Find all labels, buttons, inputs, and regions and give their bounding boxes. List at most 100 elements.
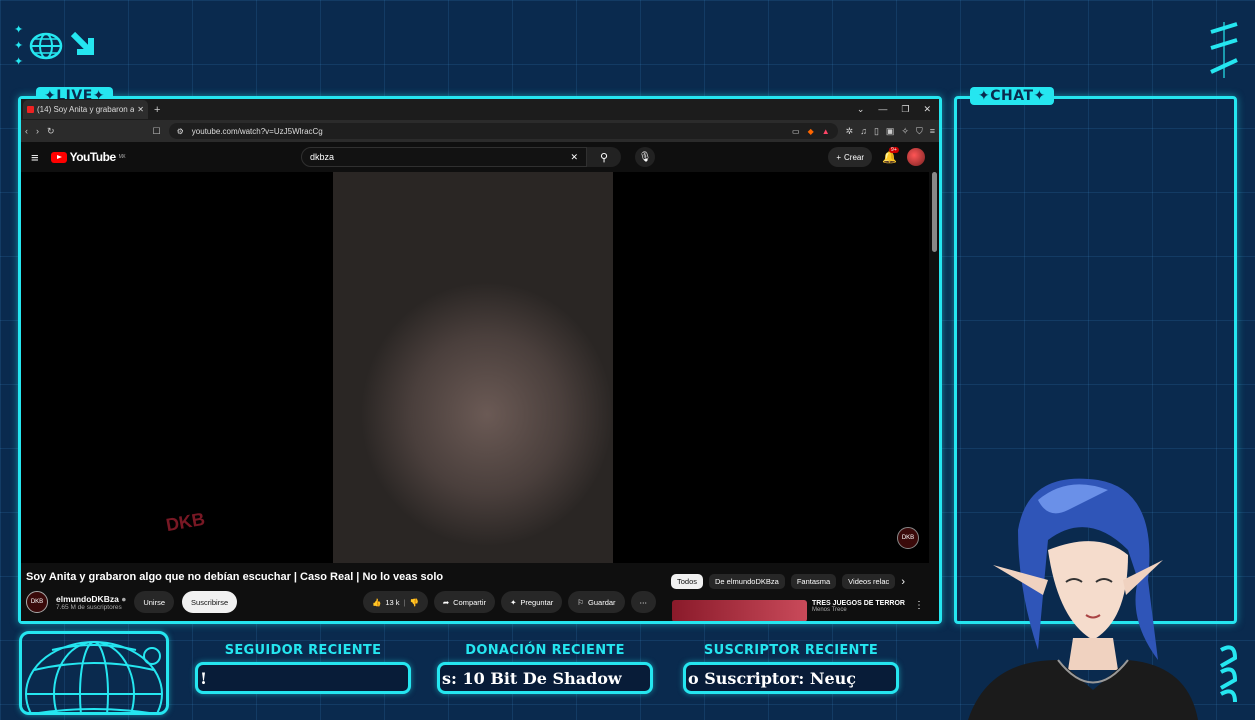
rewards-icon[interactable]: ▲ xyxy=(822,127,830,136)
related-chips: Todos De elmundoDKBza Fantasma Videos re… xyxy=(671,574,905,589)
branding-watermark[interactable]: DKB xyxy=(897,527,919,549)
notification-badge: 9+ xyxy=(889,147,899,153)
address-bar[interactable]: ⚙ youtube.com/watch?v=UzJ5WlracCg ▭ ◆ ▲ xyxy=(168,123,838,139)
share-label: Compartir xyxy=(453,597,487,607)
search-bar: dkbza ✕ ⚲ xyxy=(301,147,621,167)
like-button[interactable]: 👍 13 k | 👎 xyxy=(363,591,428,613)
verified-icon: ● xyxy=(121,593,127,604)
create-button[interactable]: + Crear xyxy=(828,147,873,167)
sparkle-icon: ✦ xyxy=(510,597,517,607)
extensions-icon[interactable]: ✲ xyxy=(846,126,854,137)
url-text: youtube.com/watch?v=UzJ5WlracCg xyxy=(191,126,323,136)
header-actions: + Crear 🔔 9+ xyxy=(828,147,925,167)
widget-box-follower: ! xyxy=(195,662,411,694)
youtube-favicon-icon xyxy=(27,106,34,113)
share-icon: ➦ xyxy=(442,597,450,607)
video-player[interactable]: DKB DKB xyxy=(21,172,929,563)
recommended-thumbnail[interactable] xyxy=(672,600,807,621)
mic-icon: 🎙 xyxy=(638,151,652,163)
clear-search-icon[interactable]: ✕ xyxy=(570,152,578,163)
notifications-button[interactable]: 🔔 9+ xyxy=(882,147,899,164)
search-button[interactable]: ⚲ xyxy=(587,147,621,167)
save-label: Guardar xyxy=(588,597,616,607)
menu-icon[interactable]: ≡ xyxy=(930,126,935,137)
voice-search-button[interactable]: 🎙 xyxy=(635,147,655,167)
minimize-icon[interactable]: — xyxy=(878,104,887,115)
channel-name[interactable]: elmundoDKBza xyxy=(56,594,119,604)
youtube-logo[interactable]: YouTube MX xyxy=(50,150,126,164)
tab-search-icon[interactable]: ⌄ xyxy=(857,104,865,115)
chip-all[interactable]: Todos xyxy=(671,574,704,589)
search-input[interactable]: dkbza ✕ xyxy=(301,147,587,167)
recommended-title: TRES JUEGOS DE TERROR xyxy=(812,600,905,607)
forward-icon[interactable]: › xyxy=(36,126,39,136)
video-frame xyxy=(333,172,613,563)
browser-tab[interactable]: (14) Soy Anita y grabaron algo ✕ xyxy=(23,100,148,119)
maximize-icon[interactable]: ❐ xyxy=(901,104,909,115)
hamburger-menu-icon[interactable]: ≡ xyxy=(31,150,39,165)
cast-icon[interactable]: ▭ xyxy=(792,127,800,136)
widget-value-subscriber: o Suscriptor: Neuç xyxy=(688,668,857,688)
new-tab-button[interactable]: + xyxy=(154,104,160,116)
vtuber-avatar xyxy=(968,478,1198,720)
widget-box-subscriber: o Suscriptor: Neuç xyxy=(683,662,899,694)
create-label: Crear xyxy=(844,152,865,162)
tab-bar: (14) Soy Anita y grabaron algo ✕ + ⌄ — ❐… xyxy=(21,99,939,120)
ask-label: Preguntar xyxy=(520,597,554,607)
overlay-logo: ✦ ✦ ✦ xyxy=(14,24,101,68)
arrow-down-right-icon xyxy=(71,31,95,55)
reload-icon[interactable]: ↻ xyxy=(47,126,55,137)
sidebar-icon[interactable]: ▯ xyxy=(874,126,879,137)
share-button[interactable]: ➦ Compartir xyxy=(433,591,496,613)
video-title: Soy Anita y grabaron algo que no debían … xyxy=(26,571,444,583)
recommended-channel: Menos Trece xyxy=(812,607,847,613)
join-button[interactable]: Unirse xyxy=(134,591,175,613)
toolbar: ‹ › ↻ ☐ ⚙ youtube.com/watch?v=UzJ5WlracC… xyxy=(21,120,939,142)
close-window-icon[interactable]: ✕ xyxy=(923,104,931,115)
channel-row: DKB elmundoDKBza ● 7.65 M de suscriptore… xyxy=(26,591,238,613)
youtube-page: ≡ YouTube MX dkbza ✕ ⚲ 🎙 + Crear 🔔 9+ DKB … xyxy=(21,142,939,621)
youtube-logo-text: YouTube xyxy=(69,150,117,164)
save-button[interactable]: ⚐ Guardar xyxy=(568,591,625,613)
search-icon: ⚲ xyxy=(599,151,609,164)
youtube-play-icon xyxy=(50,151,67,163)
chip-fantasma[interactable]: Fantasma xyxy=(790,574,837,589)
more-actions-button[interactable]: ⋯ xyxy=(630,591,657,613)
bookmark-save-icon: ⚐ xyxy=(577,597,585,607)
widget-value-donation: s: 10 Bit De Shadow xyxy=(442,668,622,688)
widget-box-donation: s: 10 Bit De Shadow xyxy=(437,662,653,694)
thumbs-down-icon[interactable]: 👎 xyxy=(409,598,418,607)
channel-avatar[interactable]: DKB xyxy=(26,591,48,613)
widget-value-follower: ! xyxy=(200,668,208,688)
thumbs-up-icon: 👍 xyxy=(372,597,382,607)
widget-label-follower: SEGUIDOR RECIENTE xyxy=(224,643,382,658)
recommended-video[interactable]: TRES JUEGOS DE TERROR Menos Trece ⋮ xyxy=(672,600,924,621)
wallet-icon[interactable]: ▣ xyxy=(886,126,895,137)
widget-label-subscriber: SUSCRIPTOR RECIENTE xyxy=(703,643,879,658)
chip-from-channel[interactable]: De elmundoDKBza xyxy=(709,574,785,589)
globe-icon xyxy=(29,32,63,60)
account-avatar[interactable] xyxy=(907,148,925,166)
subscribe-button[interactable]: Suscribirse xyxy=(182,591,238,613)
tab-title: (14) Soy Anita y grabaron algo xyxy=(37,105,135,114)
site-info-icon[interactable]: ⚙ xyxy=(177,127,184,136)
chip-related[interactable]: Videos relac xyxy=(842,574,896,589)
extensions: ✲ ♫ ▯ ▣ ✧ ⛉ ≡ xyxy=(846,126,935,137)
channel-watermark: DKB xyxy=(164,508,207,536)
back-icon[interactable]: ‹ xyxy=(25,126,28,136)
video-actions: 👍 13 k | 👎 ➦ Compartir ✦ Preguntar ⚐ Guardar ⋯ xyxy=(363,591,657,613)
region-code: MX xyxy=(118,154,126,160)
recommended-menu-icon[interactable]: ⋮ xyxy=(914,600,924,621)
scrollbar[interactable] xyxy=(932,172,937,252)
brave-shield-icon[interactable]: ◆ xyxy=(808,127,814,136)
bookmark-icon[interactable]: ☐ xyxy=(153,126,161,137)
subscriber-count: 7.65 M de suscriptores xyxy=(56,603,122,611)
close-tab-icon[interactable]: ✕ xyxy=(137,105,144,114)
like-count: 13 k xyxy=(385,597,400,607)
leo-icon[interactable]: ✧ xyxy=(901,126,909,137)
vpn-icon[interactable]: ⛉ xyxy=(916,126,923,137)
more-icon: ⋯ xyxy=(639,597,648,607)
chips-next-icon[interactable]: › xyxy=(901,576,905,588)
ask-button[interactable]: ✦ Preguntar xyxy=(501,591,563,613)
media-icon[interactable]: ♫ xyxy=(860,126,867,137)
